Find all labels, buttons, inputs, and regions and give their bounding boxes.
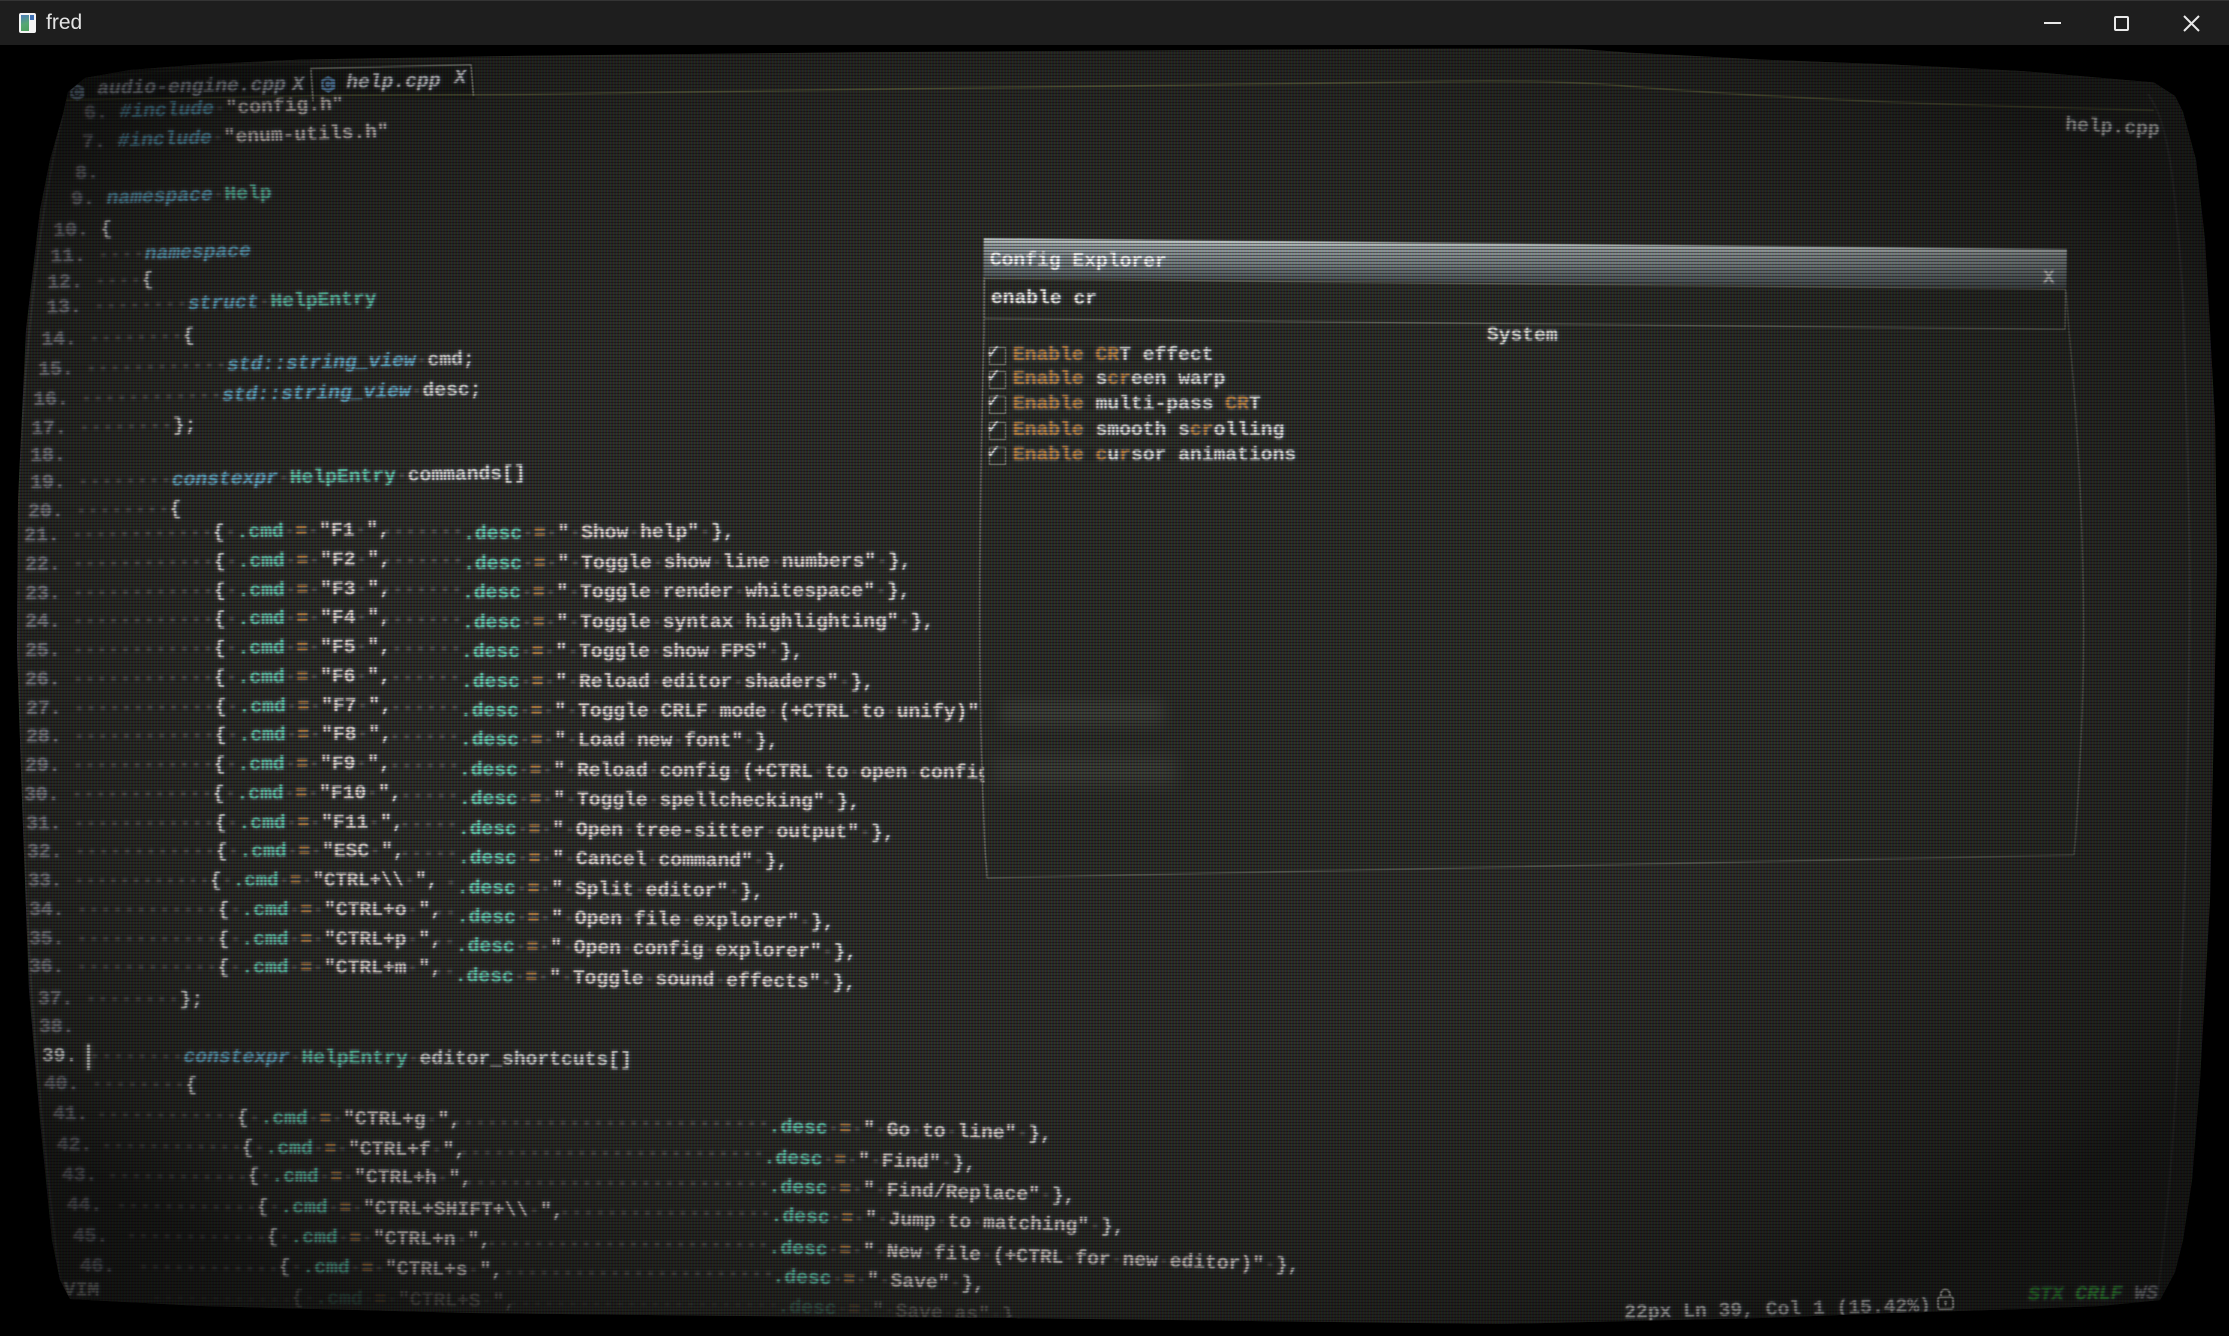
svg-text:C: C	[72, 85, 81, 99]
svg-text:C: C	[323, 77, 332, 91]
